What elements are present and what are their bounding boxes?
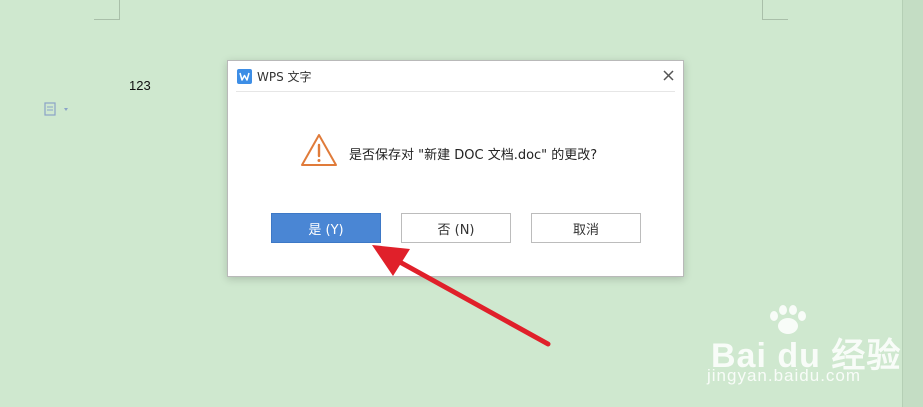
baidu-jingyan-watermark: Bai du 经验 jingyan.baidu.com: [703, 298, 903, 393]
paste-options-icon[interactable]: [44, 101, 70, 116]
watermark-url: jingyan.baidu.com: [707, 366, 862, 385]
close-button[interactable]: [657, 65, 679, 87]
wps-writer-icon: [237, 69, 252, 84]
document-right-edge: [902, 0, 923, 407]
close-icon: [662, 70, 674, 81]
titlebar-divider: [236, 91, 675, 92]
dialog-titlebar[interactable]: WPS 文字: [228, 61, 683, 91]
save-prompt-message: 是否保存对 "新建 DOC 文档.doc" 的更改?: [349, 148, 598, 163]
dialog-title: WPS 文字: [257, 70, 312, 84]
warning-triangle-icon: [300, 133, 338, 167]
cancel-button[interactable]: 取消: [531, 213, 641, 243]
no-button[interactable]: 否 (N): [401, 213, 511, 243]
page-margin-corner-top-right: [762, 0, 788, 20]
save-changes-dialog: WPS 文字 是否保存对 "新建 DOC 文档.doc" 的更改? 是 (Y) …: [227, 60, 684, 277]
document-text: 123: [129, 78, 151, 93]
page-margin-corner-top-left: [94, 0, 120, 20]
yes-button[interactable]: 是 (Y): [271, 213, 381, 243]
